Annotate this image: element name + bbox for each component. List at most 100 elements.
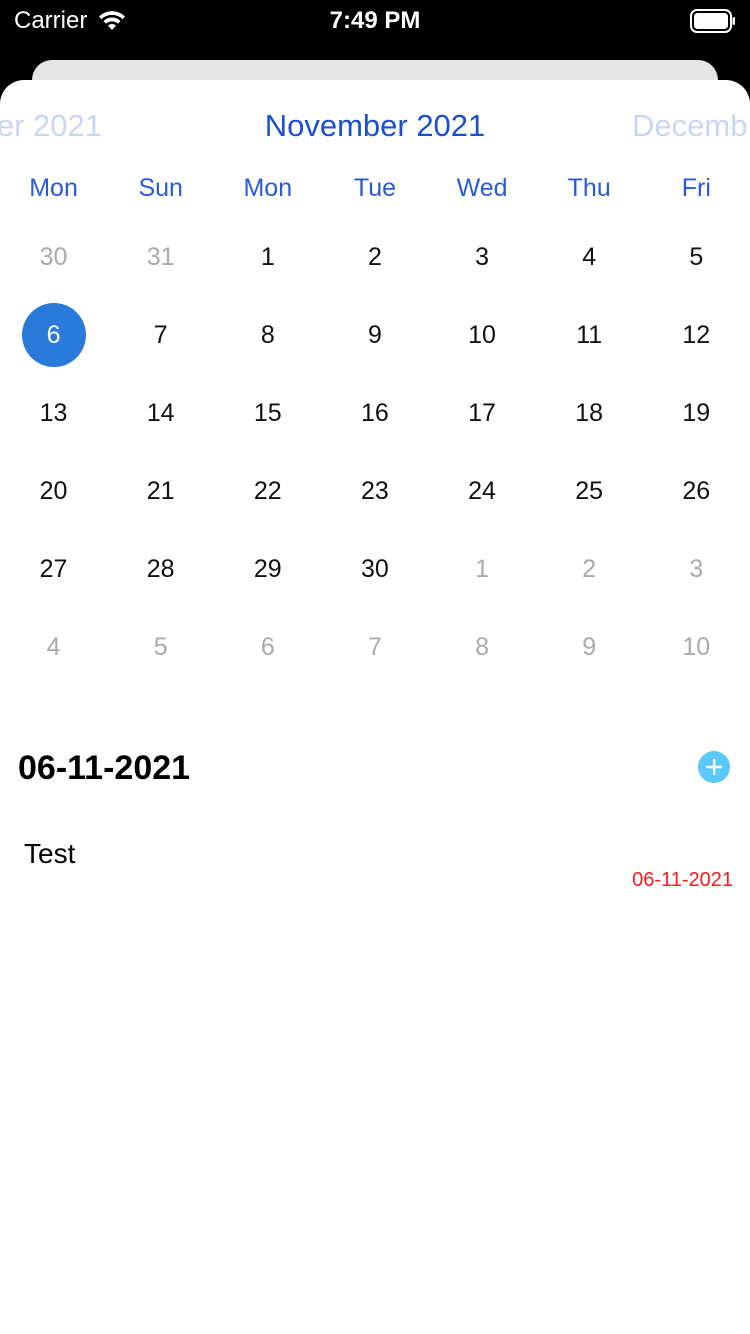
month-header[interactable]: er 2021 November 2021 Decemb — [0, 100, 750, 152]
calendar-day-number: 6 — [260, 632, 275, 661]
calendar-day-number: 3 — [475, 242, 490, 271]
calendar-day-number: 24 — [468, 476, 496, 505]
weekday-label: Tue — [353, 174, 397, 202]
calendar-day-number: 13 — [39, 398, 68, 427]
weekday-label: Mon — [29, 174, 78, 202]
event-title[interactable]: Test — [24, 834, 75, 874]
calendar-day-selected[interactable]: 6 — [0, 296, 107, 374]
calendar-week-row: 20 21 22 23 24 25 26 — [0, 452, 750, 530]
calendar-grid: 30 31 1 2 3 4 5 6 7 8 9 10 11 12 13 14 15 16 17 18 19 20 21 22 2… — [0, 218, 750, 686]
calendar-day-number: 19 — [682, 398, 711, 427]
calendar-day[interactable]: 26 — [643, 452, 750, 530]
calendar-day[interactable]: 1 — [429, 530, 536, 608]
calendar-day-number: 10 — [682, 632, 711, 661]
status-clock: 7:49 PM — [329, 7, 421, 34]
calendar-week-row: 27 28 29 30 1 2 3 — [0, 530, 750, 608]
calendar-day[interactable]: 20 — [0, 452, 107, 530]
calendar-day[interactable]: 23 — [321, 452, 428, 530]
calendar-day-number: 26 — [682, 476, 711, 505]
calendar-day[interactable]: 31 — [107, 218, 214, 296]
calendar-day[interactable]: 10 — [429, 296, 536, 374]
battery-icon — [690, 9, 735, 33]
calendar-day-number: 18 — [575, 398, 604, 427]
calendar-day-number: 17 — [468, 398, 496, 427]
calendar-day-number: 30 — [39, 242, 68, 271]
calendar-day[interactable]: 25 — [536, 452, 643, 530]
calendar-day[interactable]: 7 — [107, 296, 214, 374]
calendar-day-number: 2 — [582, 554, 597, 583]
calendar-day[interactable]: 4 — [536, 218, 643, 296]
selected-date-heading: 06-11-2021 — [18, 749, 191, 787]
weekday-label: Mon — [243, 174, 293, 202]
calendar-day[interactable]: 3 — [643, 530, 750, 608]
calendar-day[interactable]: 7 — [321, 608, 428, 686]
calendar-day[interactable]: 3 — [429, 218, 536, 296]
calendar-day-number: 27 — [39, 554, 68, 583]
calendar-day-number: 7 — [153, 320, 168, 349]
calendar-day[interactable]: 24 — [429, 452, 536, 530]
calendar-day[interactable]: 4 — [0, 608, 107, 686]
calendar-day-number: 7 — [367, 632, 382, 661]
calendar-day-number: 28 — [146, 554, 175, 583]
calendar-day[interactable]: 2 — [321, 218, 428, 296]
calendar-day-number: 15 — [253, 398, 282, 427]
calendar-day-number: 9 — [582, 632, 597, 661]
calendar-day[interactable]: 11 — [536, 296, 643, 374]
calendar-week-row: 13 14 15 16 17 18 19 — [0, 374, 750, 452]
calendar-day-number: 16 — [361, 398, 389, 427]
calendar-day[interactable]: 1 — [214, 218, 321, 296]
calendar-day-number: 10 — [468, 320, 496, 349]
calendar-day-number: 8 — [475, 632, 490, 661]
calendar-day-number: 20 — [39, 476, 68, 505]
calendar-day-number: 11 — [576, 320, 603, 349]
calendar-day-number: 3 — [689, 554, 704, 583]
weekday-label: Sun — [138, 174, 183, 202]
modal-sheet: er 2021 November 2021 Decemb Mon Sun Mon… — [0, 80, 750, 1334]
next-month-label[interactable]: Decemb — [632, 100, 747, 152]
calendar-day[interactable]: 30 — [321, 530, 428, 608]
calendar-day[interactable]: 15 — [214, 374, 321, 452]
calendar-day[interactable]: 9 — [536, 608, 643, 686]
status-bar: Carrier 7:49 PM — [0, 0, 750, 44]
calendar-day-number: 5 — [153, 632, 168, 661]
calendar-day-number: 1 — [475, 554, 490, 583]
calendar-day[interactable]: 8 — [214, 296, 321, 374]
calendar-day[interactable]: 8 — [429, 608, 536, 686]
calendar-day[interactable]: 28 — [107, 530, 214, 608]
calendar-week-row: 30 31 1 2 3 4 5 — [0, 218, 750, 296]
calendar-day-number: 22 — [253, 476, 282, 505]
add-event-button[interactable] — [698, 751, 730, 783]
calendar-day[interactable]: 10 — [643, 608, 750, 686]
calendar-day[interactable]: 27 — [0, 530, 107, 608]
calendar-day-number: 14 — [146, 398, 175, 427]
calendar-day[interactable]: 19 — [643, 374, 750, 452]
calendar-day-number: 4 — [582, 242, 597, 271]
calendar-day[interactable]: 6 — [214, 608, 321, 686]
calendar-week-row: 4 5 6 7 8 9 10 — [0, 608, 750, 686]
calendar-day[interactable]: 22 — [214, 452, 321, 530]
calendar-day[interactable]: 14 — [107, 374, 214, 452]
calendar-day[interactable]: 2 — [536, 530, 643, 608]
calendar-day-number: 12 — [682, 320, 711, 349]
calendar-day[interactable]: 29 — [214, 530, 321, 608]
calendar-day[interactable]: 5 — [107, 608, 214, 686]
weekday-label: Fri — [681, 174, 711, 202]
calendar-day-number: 1 — [260, 242, 275, 271]
calendar-day[interactable]: 5 — [643, 218, 750, 296]
calendar-day[interactable]: 30 — [0, 218, 107, 296]
calendar-day[interactable]: 18 — [536, 374, 643, 452]
calendar-week-row: 6 7 8 9 10 11 12 — [0, 296, 750, 374]
calendar-day-number: 30 — [361, 554, 389, 583]
calendar-day[interactable]: 16 — [321, 374, 428, 452]
calendar-day-number: 25 — [575, 476, 604, 505]
calendar-day[interactable]: 9 — [321, 296, 428, 374]
calendar-day-number: 8 — [260, 320, 275, 349]
calendar-day[interactable]: 12 — [643, 296, 750, 374]
calendar-day[interactable]: 13 — [0, 374, 107, 452]
calendar-day[interactable]: 17 — [429, 374, 536, 452]
calendar-day-number: 2 — [367, 242, 382, 271]
calendar-day[interactable]: 21 — [107, 452, 214, 530]
calendar-day-number: 31 — [146, 242, 175, 271]
calendar-day-number: 6 — [21, 303, 86, 367]
calendar-day-number: 9 — [367, 320, 382, 349]
